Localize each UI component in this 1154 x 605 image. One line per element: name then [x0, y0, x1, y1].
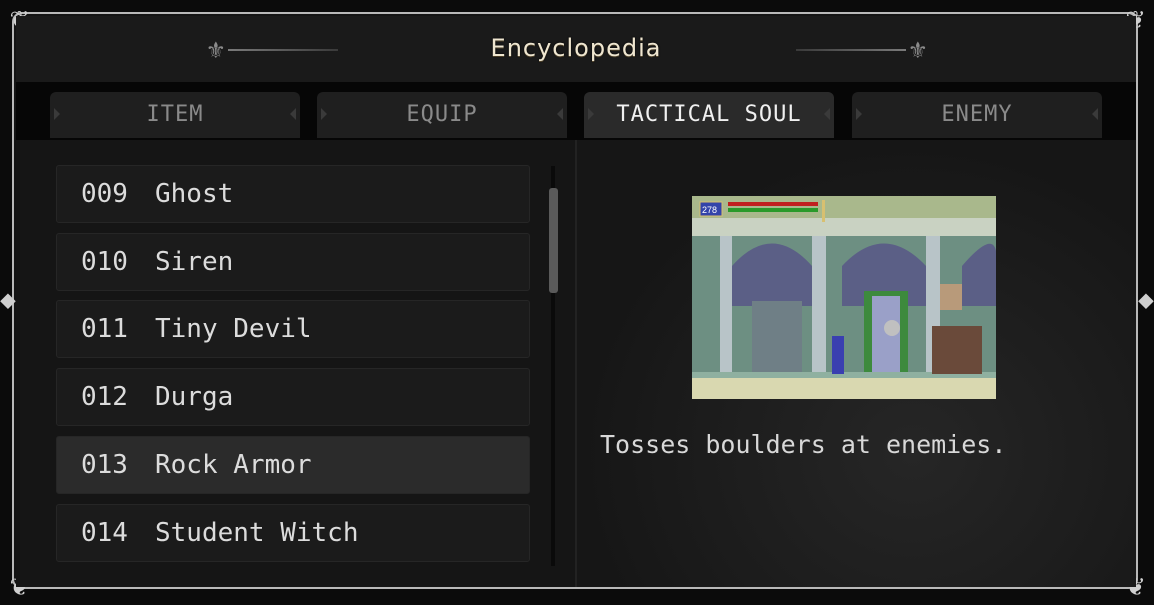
entry-name: Siren	[155, 247, 234, 277]
side-ornament-icon: ◆	[0, 285, 16, 315]
entry-number: 009	[81, 179, 128, 209]
panel-divider	[575, 140, 577, 587]
title-flourish-right: ⚜	[792, 35, 926, 65]
side-ornament-icon: ◆	[1138, 285, 1154, 315]
soul-description: Tosses boulders at enemies.	[600, 430, 1007, 459]
fleur-icon: ⚜	[910, 35, 926, 65]
list-item-selected[interactable]: 013 Rock Armor	[56, 436, 530, 494]
entry-number: 010	[81, 247, 128, 277]
tab-label: EQUIP	[406, 102, 478, 127]
tab-label: ENEMY	[941, 102, 1013, 127]
list-item[interactable]: 014 Student Witch	[56, 504, 530, 562]
list-item[interactable]: 012 Durga	[56, 368, 530, 426]
entry-number: 014	[81, 518, 128, 548]
tab-enemy[interactable]: ENEMY	[852, 92, 1102, 138]
entry-name: Ghost	[155, 179, 234, 209]
list-item[interactable]: 011 Tiny Devil	[56, 300, 530, 358]
entry-number: 013	[81, 450, 128, 480]
scrollbar-thumb[interactable]	[549, 188, 558, 293]
list-item[interactable]: 010 Siren	[56, 233, 530, 291]
entry-name: Rock Armor	[155, 450, 312, 480]
entry-name: Tiny Devil	[155, 314, 312, 344]
tab-tactical-soul[interactable]: TACTICAL SOUL	[584, 92, 834, 138]
entry-name: Student Witch	[155, 518, 359, 548]
tab-label: ITEM	[146, 102, 204, 127]
tab-equip[interactable]: EQUIP	[317, 92, 567, 138]
page-title: Encyclopedia	[490, 34, 662, 62]
header: ⚜ Encyclopedia ⚜	[16, 16, 1136, 82]
tab-item[interactable]: ITEM	[50, 92, 300, 138]
entry-name: Durga	[155, 382, 234, 412]
tab-bar: ITEM EQUIP TACTICAL SOUL ENEMY	[16, 82, 1136, 140]
soul-preview-image: 278	[692, 196, 996, 399]
entry-number: 011	[81, 314, 128, 344]
entry-number: 012	[81, 382, 128, 412]
hp-value: 278	[702, 205, 717, 215]
tab-label: TACTICAL SOUL	[616, 102, 802, 127]
castle-scene-icon: 278	[692, 196, 996, 399]
list-item[interactable]: 009 Ghost	[56, 165, 530, 223]
